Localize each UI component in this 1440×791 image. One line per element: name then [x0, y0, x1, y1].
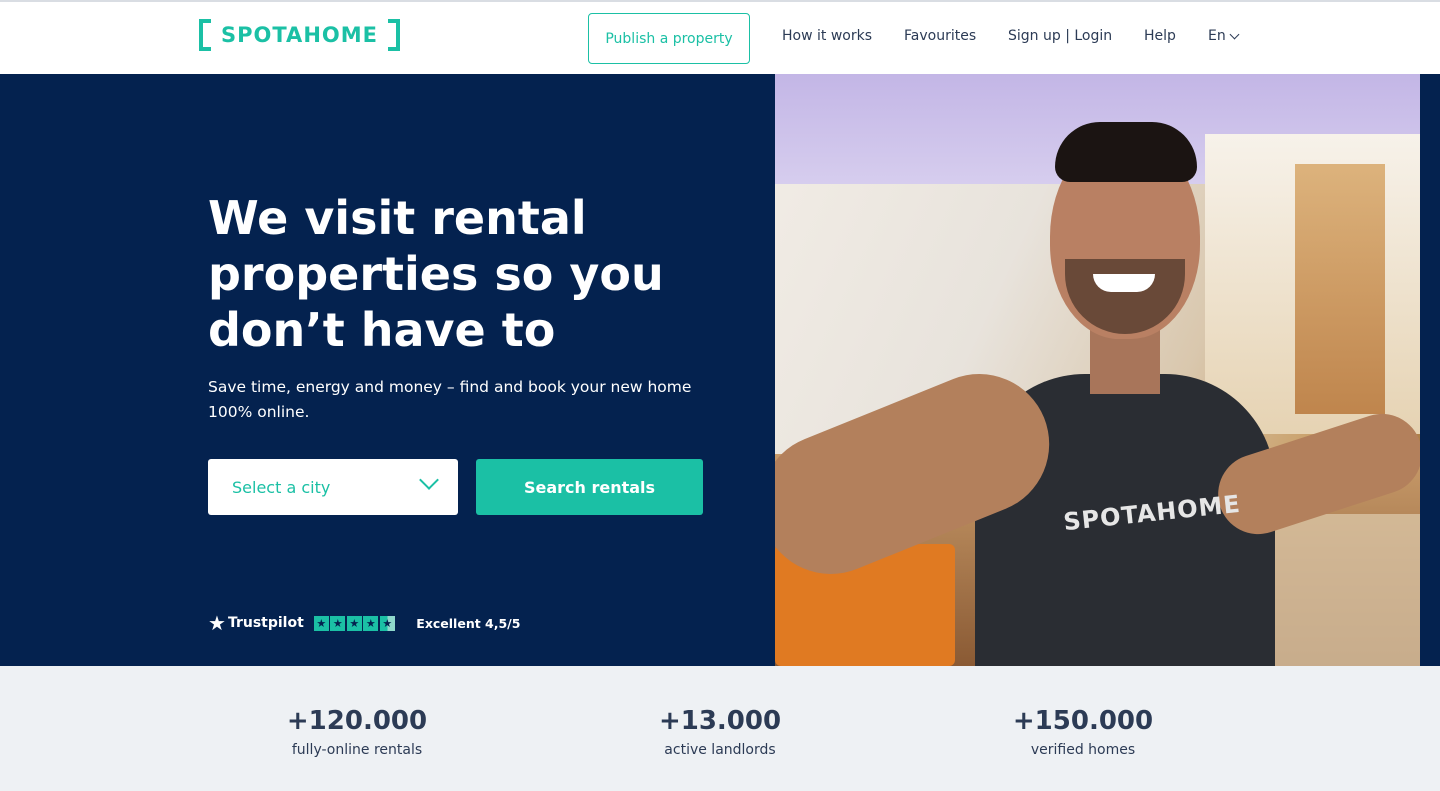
- site-header: SPOTAHOME Publish a property How it work…: [0, 2, 1440, 74]
- city-select-placeholder: Select a city: [232, 477, 331, 497]
- city-select[interactable]: Select a city: [208, 459, 458, 515]
- stat-homes: +150.000 verified homes: [963, 706, 1203, 758]
- trustpilot-star-icon: ★: [208, 611, 226, 635]
- spotahome-logo[interactable]: SPOTAHOME: [199, 18, 400, 52]
- star-half-icon: ★: [379, 615, 395, 631]
- hero-photo: SPOTAHOME: [775, 74, 1420, 666]
- hero-title: We visit rental properties so you don’t …: [208, 191, 664, 357]
- trustpilot-rating[interactable]: ★ Trustpilot ★ ★ ★ ★ ★ Excellent 4,5/5: [208, 613, 520, 633]
- language-selector[interactable]: En: [1208, 28, 1240, 44]
- search-rentals-button[interactable]: Search rentals: [476, 459, 703, 515]
- stat-rentals: +120.000 fully-online rentals: [237, 706, 477, 758]
- stat-value: +120.000: [286, 706, 428, 736]
- publish-property-button[interactable]: Publish a property: [588, 13, 750, 64]
- star-icon: ★: [346, 615, 362, 631]
- star-icon: ★: [363, 615, 379, 631]
- hero-subtitle: Save time, energy and money – find and b…: [208, 378, 692, 421]
- trustpilot-rating-text: Excellent 4,5/5: [416, 615, 521, 631]
- language-label: En: [1208, 28, 1226, 44]
- hero-section: We visit rental properties so you don’t …: [0, 74, 775, 666]
- nav-how-it-works[interactable]: How it works: [782, 28, 872, 44]
- trustpilot-stars: ★ ★ ★ ★ ★: [313, 615, 397, 631]
- star-icon: ★: [330, 615, 346, 631]
- stat-value: +150.000: [1012, 706, 1154, 736]
- chevron-down-icon: [419, 470, 439, 490]
- right-edge-strip: [1420, 74, 1440, 666]
- stat-label: active landlords: [664, 742, 776, 758]
- stat-landlords: +13.000 active landlords: [600, 706, 840, 758]
- trustpilot-brand: Trustpilot: [227, 615, 304, 631]
- chevron-down-icon: [1229, 29, 1240, 40]
- nav-favourites[interactable]: Favourites: [904, 28, 976, 44]
- stats-bar: +120.000 fully-online rentals +13.000 ac…: [0, 666, 1440, 791]
- stat-label: fully-online rentals: [291, 742, 423, 758]
- logo-bracket-right: [387, 19, 400, 51]
- stat-label: verified homes: [1030, 742, 1136, 758]
- star-icon: ★: [313, 615, 329, 631]
- logo-wordmark: SPOTAHOME: [221, 23, 378, 47]
- logo-bracket-left: [199, 19, 211, 51]
- nav-help[interactable]: Help: [1144, 28, 1176, 44]
- stat-value: +13.000: [658, 706, 782, 736]
- nav-signup-login[interactable]: Sign up | Login: [1008, 28, 1112, 44]
